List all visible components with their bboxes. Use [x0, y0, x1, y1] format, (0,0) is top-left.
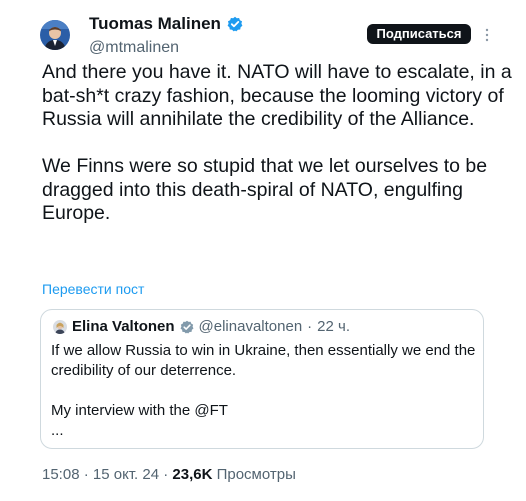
- tweet-paragraph: And there you have it. NATO will have to…: [42, 61, 512, 130]
- author-info: Tuomas Malinen @mtmalinen: [89, 13, 243, 57]
- quoted-time[interactable]: 22 ч.: [317, 318, 350, 335]
- quoted-tweet-text: If we allow Russia to win in Ukraine, th…: [51, 341, 479, 441]
- meta-separator: ·: [83, 466, 89, 483]
- tweet-time[interactable]: 15:08: [42, 466, 80, 483]
- quoted-tweet-header: Elina Valtonen @elinavaltonen · 22 ч.: [53, 318, 350, 335]
- verified-check-icon: [180, 320, 194, 334]
- quoted-author-handle[interactable]: @elinavaltonen: [199, 318, 303, 335]
- quoted-separator: ·: [307, 318, 313, 335]
- author-handle[interactable]: @mtmalinen: [89, 39, 243, 57]
- meta-separator: ·: [163, 466, 169, 483]
- views-label: Просмотры: [216, 466, 296, 483]
- follow-button[interactable]: Подписаться: [367, 24, 471, 44]
- quoted-line: If we allow Russia to win in Ukraine, th…: [51, 342, 476, 379]
- tweet-meta: 15:08 · 15 окт. 24 · 23,6K Просмотры: [42, 466, 296, 483]
- tweet-paragraph: We Finns were so stupid that we let ours…: [42, 155, 488, 224]
- translate-post-link[interactable]: Перевести пост: [42, 281, 144, 297]
- quoted-tweet[interactable]: Elina Valtonen @elinavaltonen · 22 ч. If…: [40, 309, 484, 449]
- verified-check-icon: [227, 16, 243, 32]
- tweet-card: Tuomas Malinen @mtmalinen Подписаться An…: [0, 0, 526, 501]
- views-count: 23,6K: [172, 466, 213, 483]
- quoted-author-name[interactable]: Elina Valtonen: [72, 318, 175, 335]
- quoted-ellipsis: ...: [51, 422, 64, 439]
- quoted-line: My interview with the @FT: [51, 402, 228, 419]
- tweet-date[interactable]: 15 окт. 24: [93, 466, 159, 483]
- author-avatar[interactable]: [40, 20, 70, 50]
- more-vertical-icon[interactable]: [482, 27, 492, 43]
- author-display-name[interactable]: Tuomas Malinen: [89, 14, 221, 34]
- quoted-author-avatar[interactable]: [53, 319, 67, 334]
- tweet-text: And there you have it. NATO will have to…: [42, 61, 512, 226]
